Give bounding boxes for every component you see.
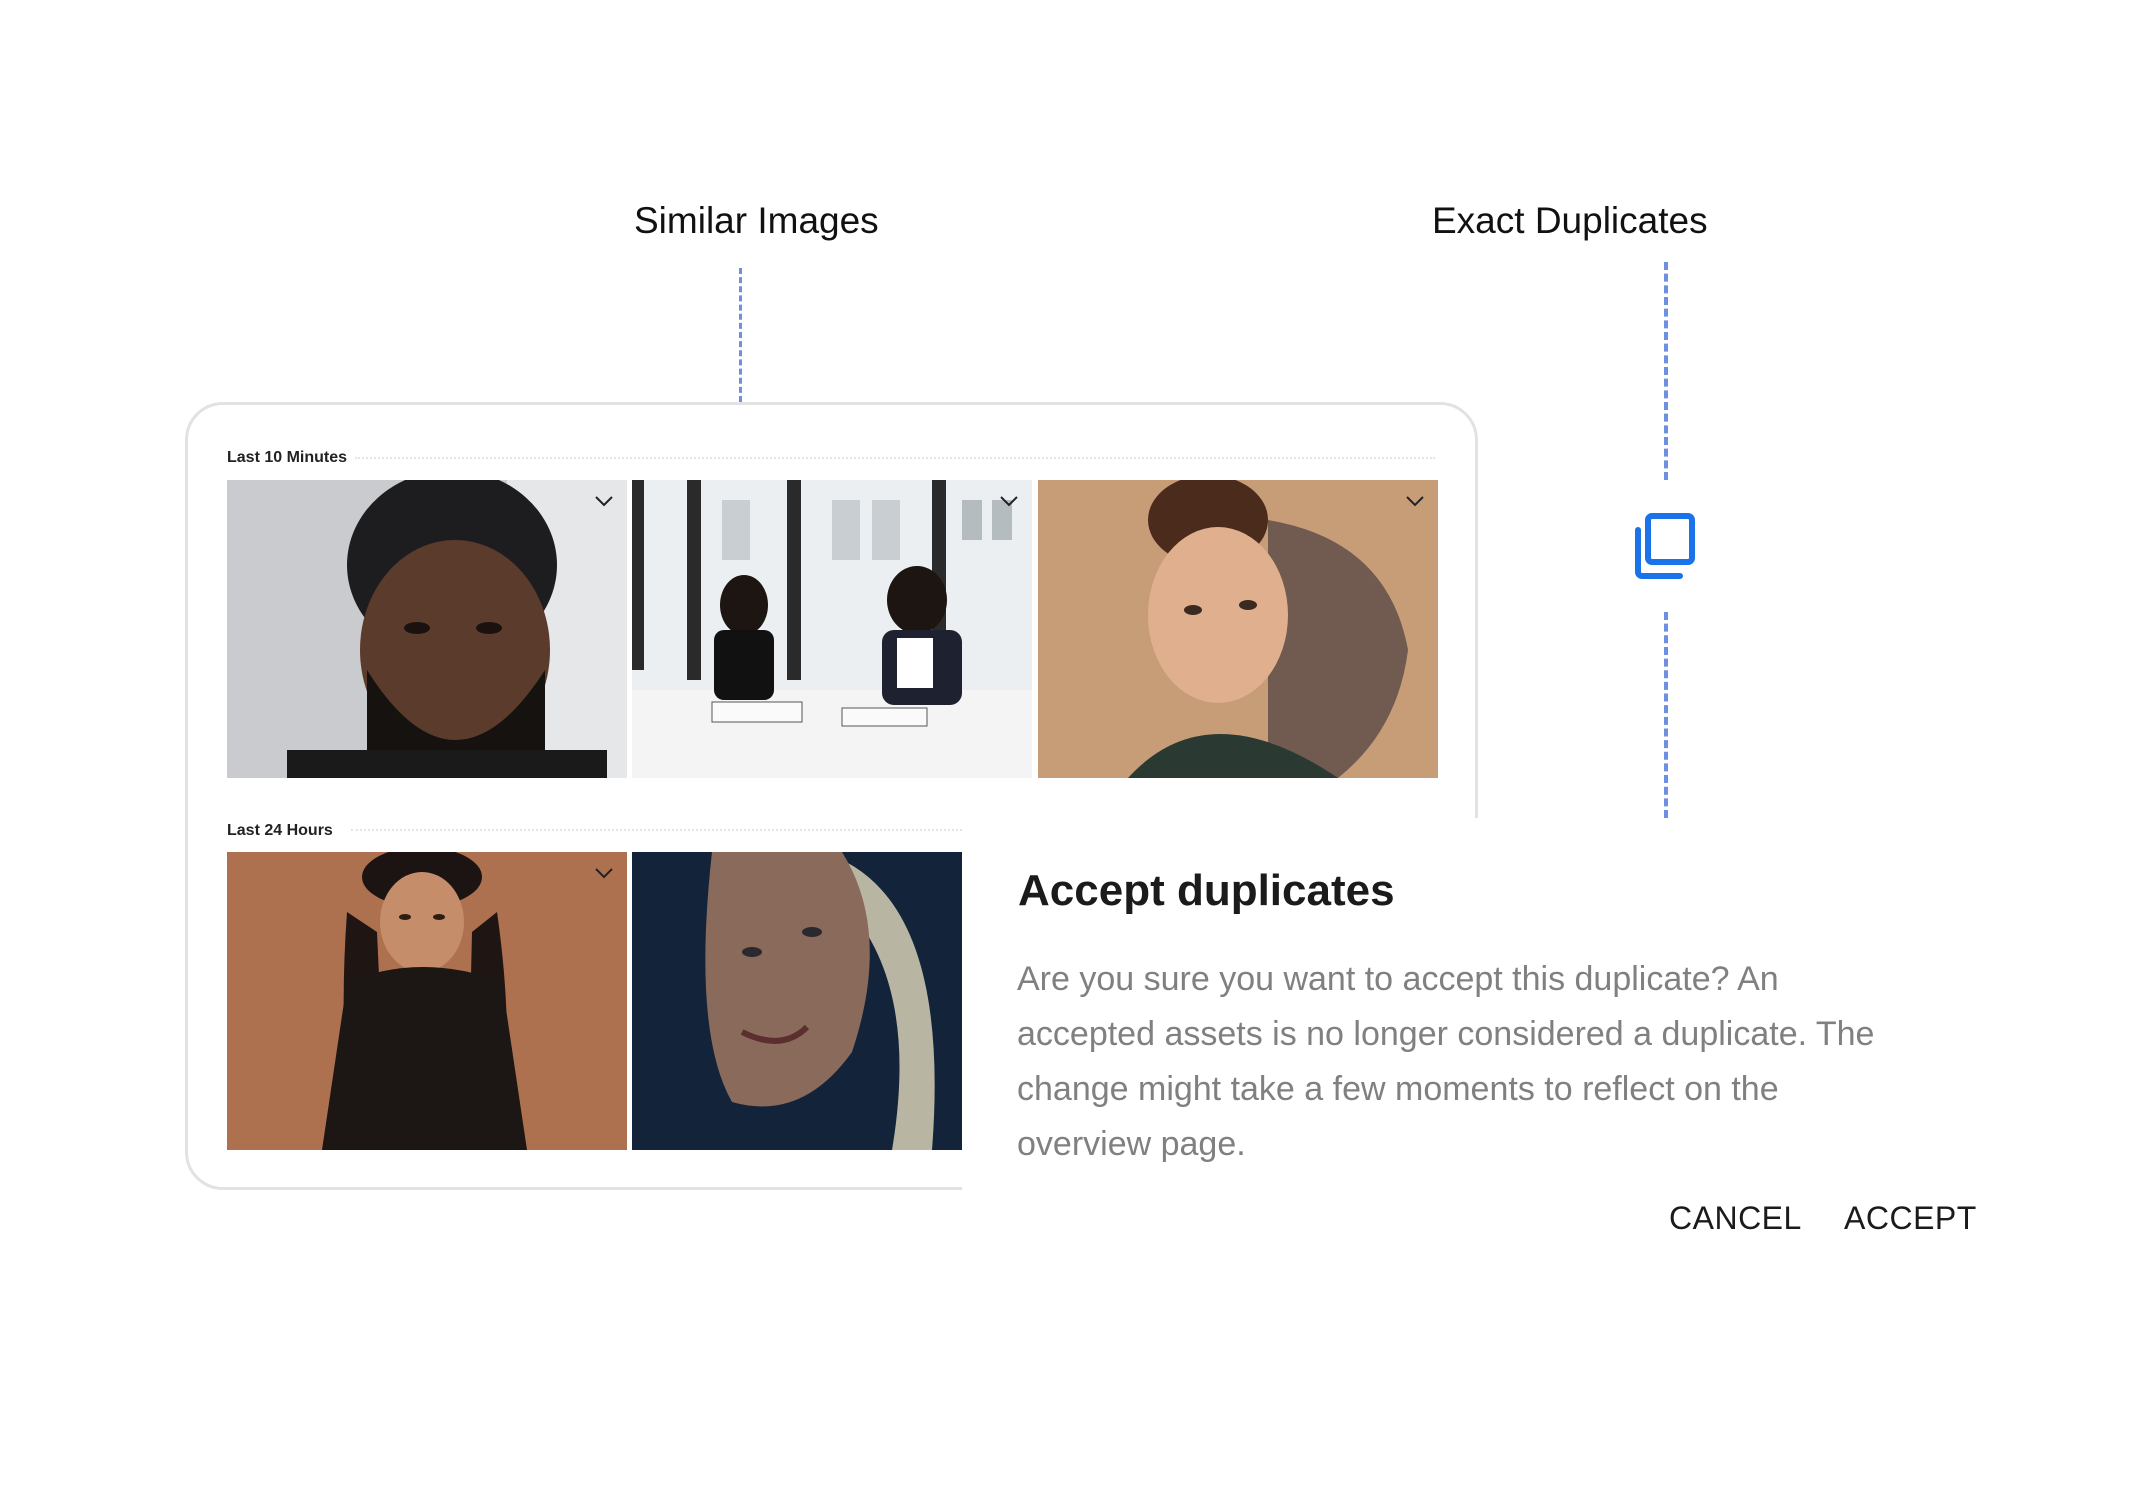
- section-title-last-10-minutes: Last 10 Minutes: [227, 449, 348, 466]
- thumbnail-office-meeting[interactable]: [632, 480, 1032, 778]
- cancel-button[interactable]: CANCEL: [1669, 1200, 1802, 1237]
- similar-images-label: Similar Images: [634, 200, 879, 241]
- section-title-last-24-hours: Last 24 Hours: [227, 822, 333, 839]
- thumbnail-smiling-woman[interactable]: [227, 852, 627, 1150]
- thumbnail-woman-sunlight[interactable]: [1038, 480, 1438, 778]
- photo-bearded-man: [227, 480, 627, 778]
- exact-duplicates-label: Exact Duplicates: [1432, 200, 1708, 241]
- photo-smiling-woman: [227, 852, 627, 1150]
- photo-office-meeting: [632, 480, 1032, 778]
- chevron-down-icon[interactable]: [593, 490, 615, 512]
- copy-duplicate-icon: [1635, 513, 1695, 579]
- photo-blonde-woman: [632, 852, 962, 1150]
- section-divider: [355, 457, 1435, 459]
- chevron-down-icon[interactable]: [593, 862, 615, 884]
- thumbnail-blonde-woman[interactable]: [632, 852, 962, 1150]
- dialog-title: Accept duplicates: [1018, 866, 1395, 915]
- chevron-down-icon[interactable]: [998, 490, 1020, 512]
- similar-images-connector: [739, 268, 742, 402]
- exact-duplicates-connector-bottom: [1664, 612, 1668, 818]
- photo-woman-sunlight: [1038, 480, 1438, 778]
- section-divider: [351, 829, 966, 831]
- thumbnail-bearded-man[interactable]: [227, 480, 627, 778]
- chevron-down-icon[interactable]: [1404, 490, 1426, 512]
- exact-duplicates-connector-top: [1664, 262, 1668, 480]
- accept-button[interactable]: ACCEPT: [1844, 1200, 1977, 1237]
- dialog-message: Are you sure you want to accept this dup…: [1017, 960, 1875, 1163]
